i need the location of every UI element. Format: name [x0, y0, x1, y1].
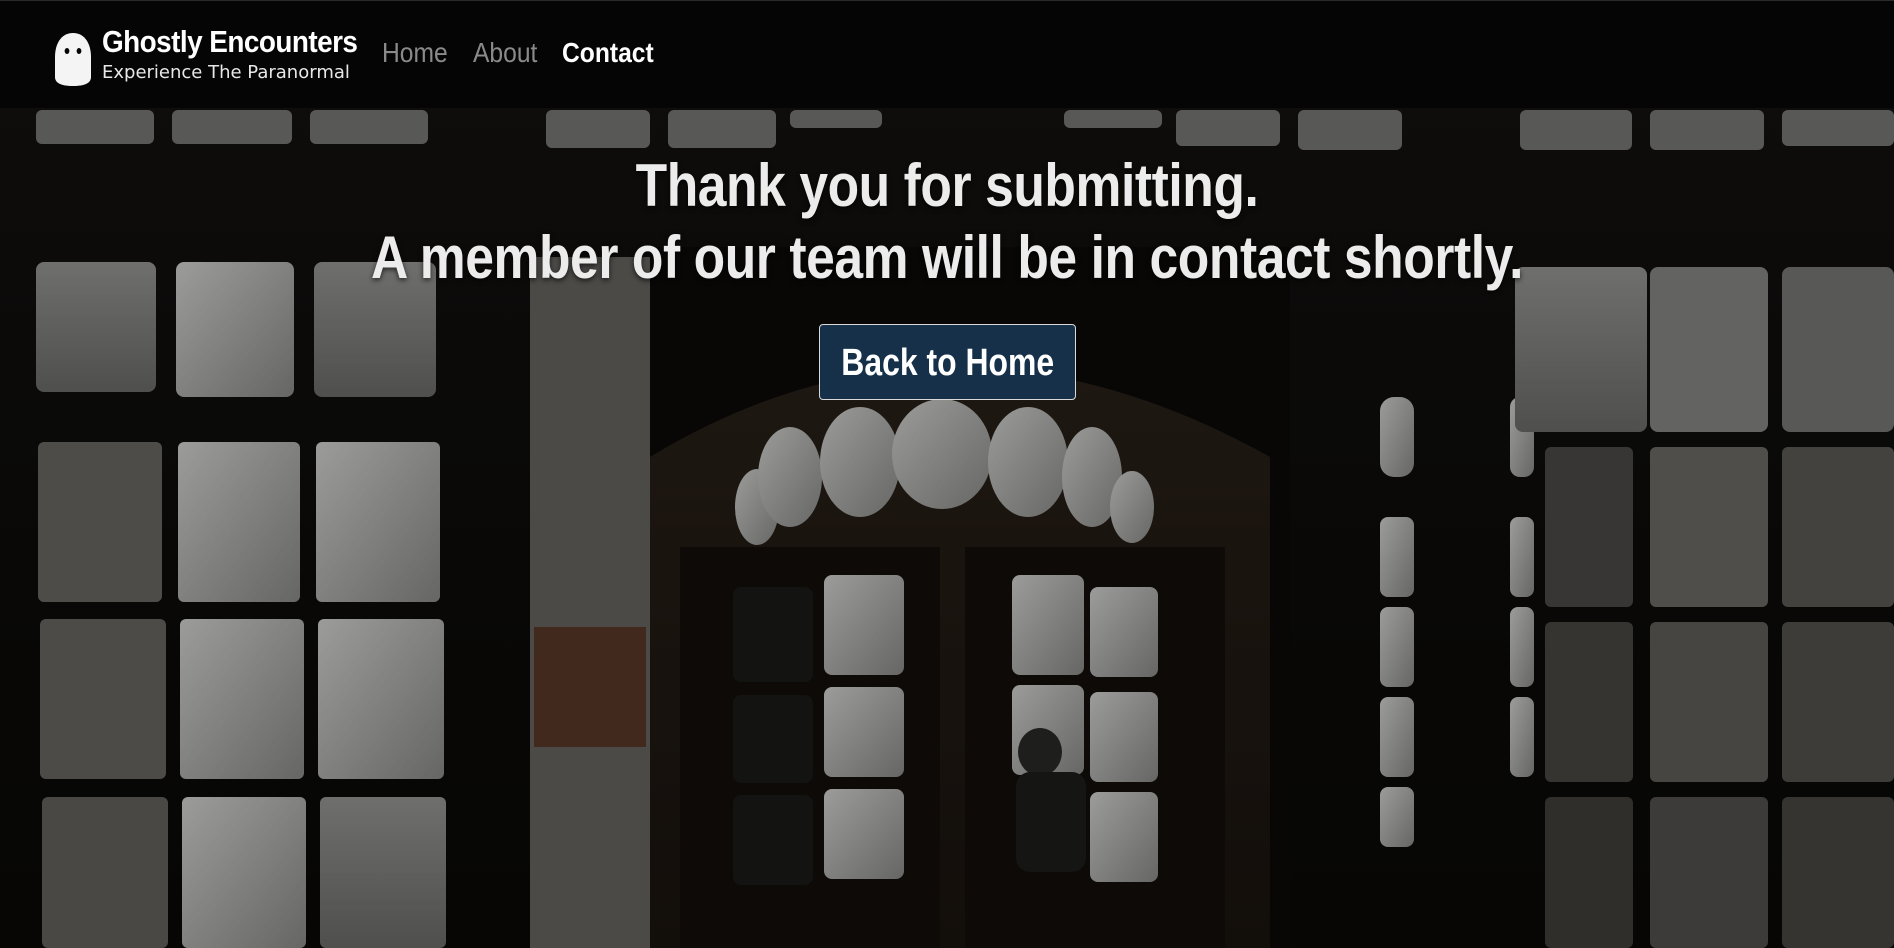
nav-link-contact[interactable]: Contact: [562, 31, 654, 75]
brand-title: Ghostly Encounters: [102, 24, 358, 59]
nav-links: Home About Contact: [382, 31, 658, 75]
brand-logo-link[interactable]: Ghostly Encounters Experience The Parano…: [52, 23, 386, 87]
back-to-home-button[interactable]: Back to Home: [819, 324, 1076, 400]
confirmation-message: Thank you for submitting. A member of ou…: [0, 150, 1894, 294]
ghost-icon: [55, 33, 91, 86]
nav-link-about[interactable]: About: [473, 31, 537, 75]
page: Ghostly Encounters Experience The Parano…: [0, 0, 1894, 948]
confirmation-line-1: Thank you for submitting.: [635, 152, 1259, 219]
confirmation-line-2: A member of our team will be in contact …: [370, 224, 1524, 291]
brand-text: Ghostly Encounters Experience The Parano…: [102, 23, 386, 85]
brand-tagline: Experience The Paranormal: [102, 62, 350, 83]
back-to-home-label: Back to Home: [841, 342, 1054, 384]
nav-link-home[interactable]: Home: [382, 31, 448, 75]
navbar: Ghostly Encounters Experience The Parano…: [0, 0, 1894, 108]
